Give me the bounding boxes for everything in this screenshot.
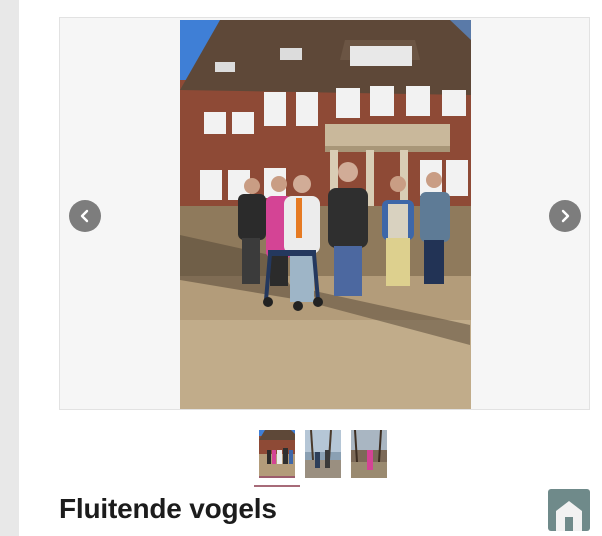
thumbnail-strip: [259, 430, 387, 480]
carousel-next-button[interactable]: [549, 200, 581, 232]
home-icon: [548, 489, 590, 531]
thumbnail-2[interactable]: [305, 430, 341, 478]
chevron-left-icon: [78, 209, 92, 223]
active-thumbnail-indicator: [254, 485, 300, 487]
thumbnail-1[interactable]: [259, 430, 295, 478]
article-title: Fluitende vogels: [59, 493, 277, 524]
content-card: Fluitende vogels: [19, 0, 602, 536]
chevron-right-icon: [558, 209, 572, 223]
carousel-main-photo[interactable]: [180, 20, 471, 409]
carousel-prev-button[interactable]: [69, 200, 101, 232]
image-carousel[interactable]: [59, 17, 590, 410]
thumbnail-3[interactable]: [351, 430, 387, 478]
home-button[interactable]: [548, 489, 590, 531]
